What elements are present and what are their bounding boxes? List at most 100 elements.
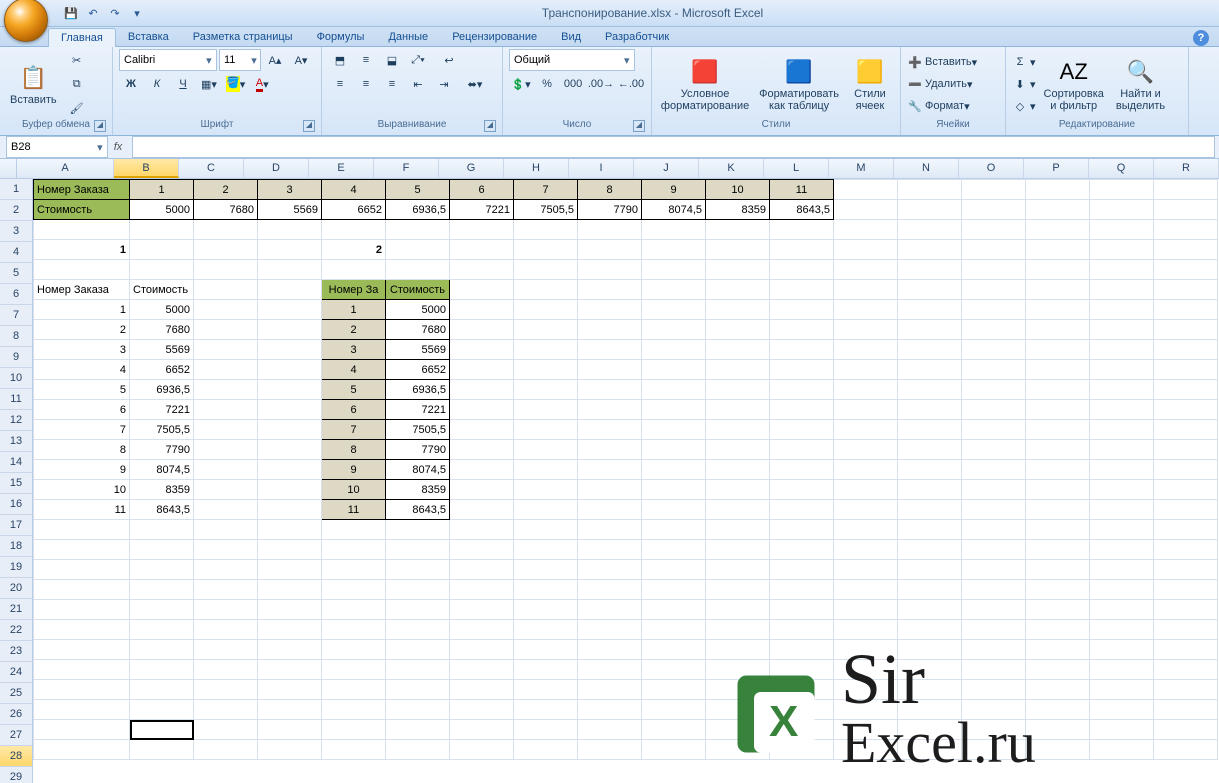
- cell[interactable]: 6936,5: [386, 200, 450, 220]
- cell[interactable]: [514, 720, 578, 740]
- column-header[interactable]: D: [244, 159, 309, 178]
- cell[interactable]: [898, 620, 962, 640]
- cell[interactable]: [642, 500, 706, 520]
- cell[interactable]: 2: [322, 240, 386, 260]
- cell[interactable]: [1090, 220, 1154, 240]
- cell[interactable]: [386, 740, 450, 760]
- cell[interactable]: [1154, 320, 1218, 340]
- cell[interactable]: 9: [642, 180, 706, 200]
- cell[interactable]: 1: [130, 180, 194, 200]
- cell[interactable]: [322, 620, 386, 640]
- cell[interactable]: [1090, 240, 1154, 260]
- cell[interactable]: [514, 340, 578, 360]
- cell[interactable]: [322, 640, 386, 660]
- cells-area[interactable]: Номер Заказа1234567891011Стоимость500076…: [33, 179, 1219, 783]
- cell[interactable]: [578, 480, 642, 500]
- cell[interactable]: [258, 680, 322, 700]
- cell[interactable]: [1154, 580, 1218, 600]
- cell[interactable]: 7790: [578, 200, 642, 220]
- cell[interactable]: [386, 520, 450, 540]
- cell[interactable]: [642, 440, 706, 460]
- cell[interactable]: 7680: [130, 320, 194, 340]
- cell[interactable]: [962, 320, 1026, 340]
- cell[interactable]: [642, 740, 706, 760]
- cell[interactable]: [514, 300, 578, 320]
- cell[interactable]: [450, 740, 514, 760]
- row-header[interactable]: 2: [0, 200, 32, 221]
- cell[interactable]: Стоимость: [386, 280, 450, 300]
- cell[interactable]: [1090, 740, 1154, 760]
- cell[interactable]: [642, 400, 706, 420]
- cell[interactable]: Стоимость: [130, 280, 194, 300]
- cell[interactable]: 7221: [130, 400, 194, 420]
- cell-styles-button[interactable]: 🟨Стили ячеек: [846, 54, 894, 114]
- cell[interactable]: [194, 360, 258, 380]
- cell[interactable]: [514, 500, 578, 520]
- cell[interactable]: 5000: [130, 200, 194, 220]
- cell[interactable]: [706, 660, 770, 680]
- row-header[interactable]: 28: [0, 746, 32, 767]
- cell[interactable]: [706, 240, 770, 260]
- cell[interactable]: [706, 220, 770, 240]
- cell[interactable]: [194, 340, 258, 360]
- cell[interactable]: [706, 640, 770, 660]
- cell[interactable]: [1154, 260, 1218, 280]
- conditional-formatting-button[interactable]: 🟥Условное форматирование: [658, 54, 752, 114]
- cell[interactable]: [642, 380, 706, 400]
- cell[interactable]: [962, 560, 1026, 580]
- cell[interactable]: [514, 600, 578, 620]
- cell[interactable]: [130, 700, 194, 720]
- cell[interactable]: [130, 680, 194, 700]
- cell[interactable]: [962, 240, 1026, 260]
- cell[interactable]: [34, 680, 130, 700]
- cell[interactable]: [770, 600, 834, 620]
- format-painter-icon[interactable]: 🖌: [65, 97, 89, 119]
- cell[interactable]: [706, 720, 770, 740]
- increase-font-icon[interactable]: A▴: [263, 49, 287, 71]
- cell[interactable]: [450, 600, 514, 620]
- cell[interactable]: [130, 540, 194, 560]
- cell[interactable]: [578, 300, 642, 320]
- cell[interactable]: [578, 620, 642, 640]
- cell[interactable]: [130, 260, 194, 280]
- cell[interactable]: [258, 560, 322, 580]
- cell[interactable]: [578, 500, 642, 520]
- cell[interactable]: [578, 380, 642, 400]
- cell[interactable]: 2: [322, 320, 386, 340]
- cell[interactable]: [962, 720, 1026, 740]
- merge-center-icon[interactable]: ⬌▾: [458, 73, 492, 95]
- cell[interactable]: [962, 480, 1026, 500]
- cell[interactable]: 7: [34, 420, 130, 440]
- row-header[interactable]: 6: [0, 284, 32, 305]
- cell[interactable]: [322, 660, 386, 680]
- cell[interactable]: [386, 640, 450, 660]
- cell[interactable]: [1026, 260, 1090, 280]
- column-header[interactable]: B: [114, 159, 179, 178]
- cell[interactable]: [1090, 520, 1154, 540]
- cell[interactable]: [1026, 700, 1090, 720]
- row-header[interactable]: 29: [0, 767, 32, 783]
- row-header[interactable]: 5: [0, 263, 32, 284]
- row-header[interactable]: 13: [0, 431, 32, 452]
- cell[interactable]: [706, 340, 770, 360]
- cell[interactable]: [258, 380, 322, 400]
- column-header[interactable]: M: [829, 159, 894, 178]
- bold-button[interactable]: Ж: [119, 73, 143, 95]
- cell[interactable]: [1026, 560, 1090, 580]
- cell[interactable]: [642, 460, 706, 480]
- cell[interactable]: [770, 280, 834, 300]
- cell[interactable]: [578, 520, 642, 540]
- cell[interactable]: [578, 360, 642, 380]
- cell[interactable]: 5: [322, 380, 386, 400]
- cell[interactable]: [322, 700, 386, 720]
- formula-input[interactable]: [132, 136, 1215, 158]
- cell[interactable]: [514, 220, 578, 240]
- cut-icon[interactable]: ✂: [65, 49, 89, 71]
- cell[interactable]: [706, 260, 770, 280]
- cell[interactable]: [194, 520, 258, 540]
- cell[interactable]: [450, 660, 514, 680]
- row-header[interactable]: 9: [0, 347, 32, 368]
- chevron-down-icon[interactable]: ▾: [621, 54, 632, 67]
- cell[interactable]: [258, 500, 322, 520]
- cell[interactable]: [1026, 500, 1090, 520]
